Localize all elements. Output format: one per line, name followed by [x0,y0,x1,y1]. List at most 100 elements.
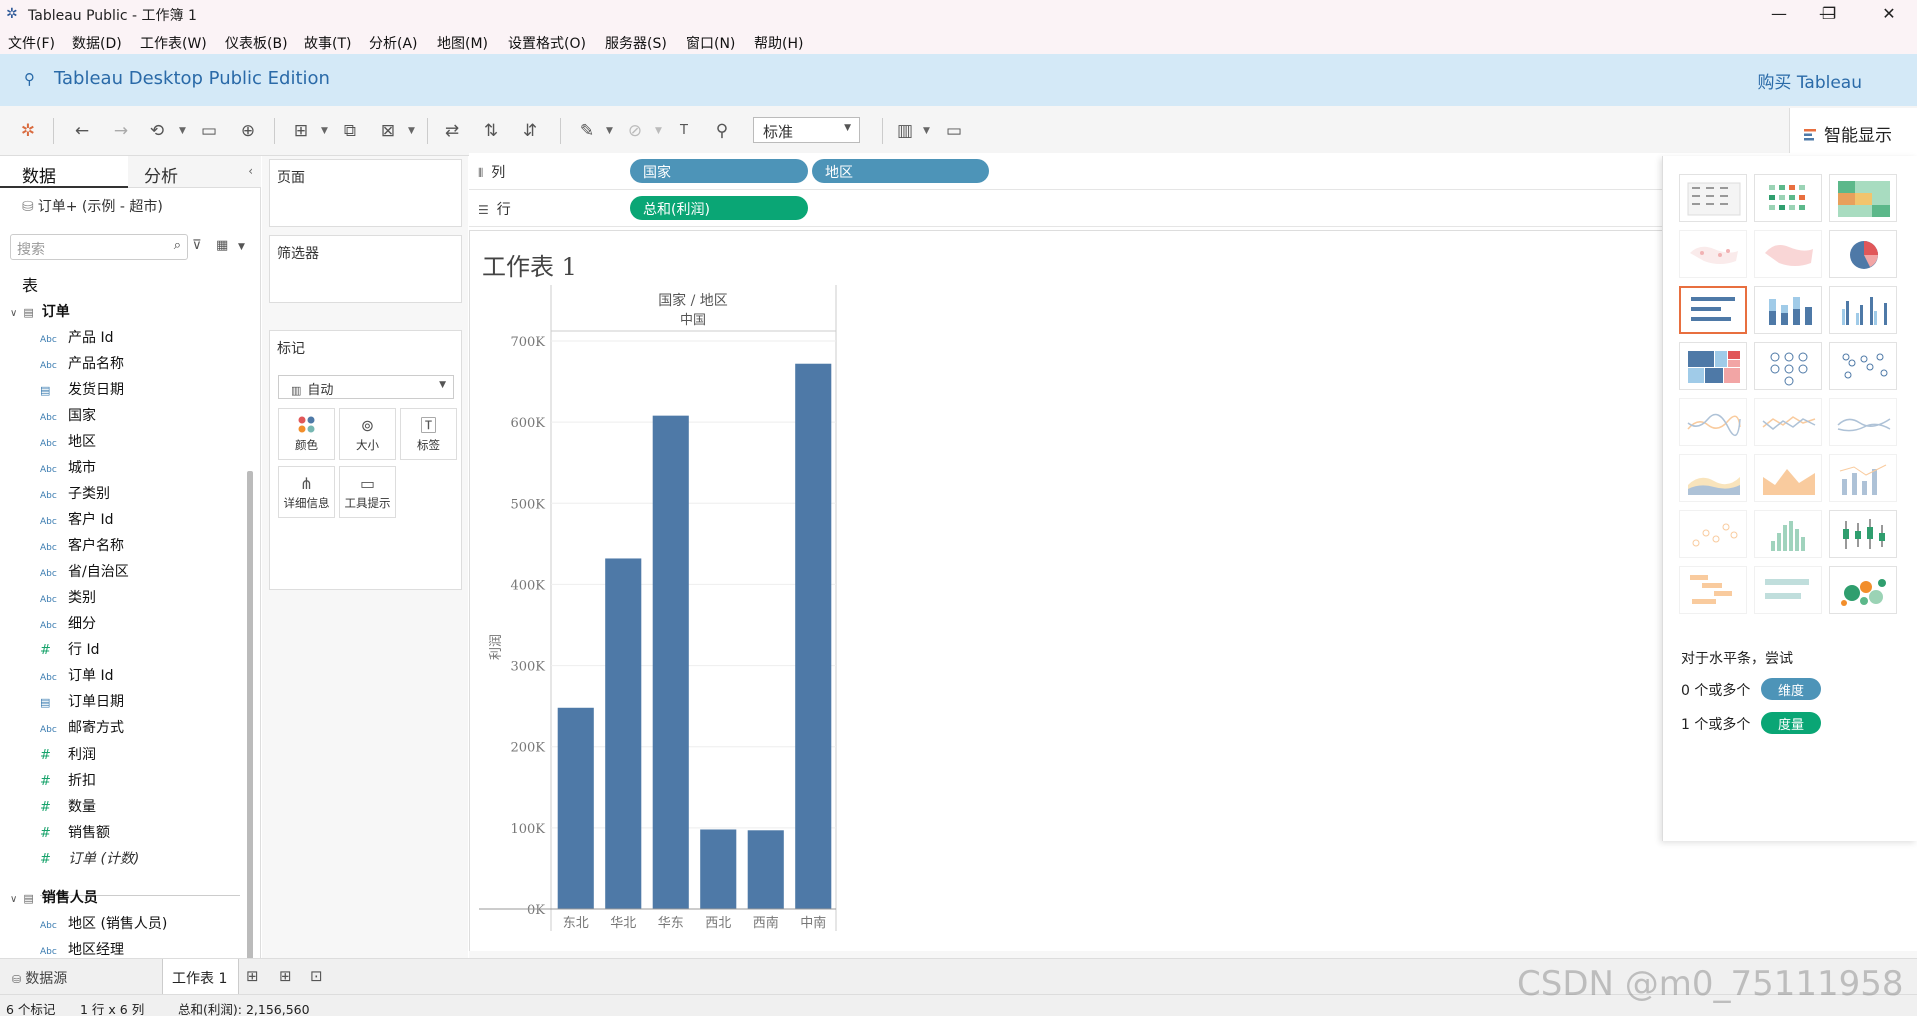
chart-type-side-by-side-bars[interactable] [1829,286,1897,334]
search-input[interactable]: 搜索 ⌕ [10,234,188,260]
pill-country[interactable]: 国家 [630,159,808,183]
field-item[interactable]: Abc 子类别 [40,483,110,503]
field-item[interactable]: Abc 细分 [40,613,96,633]
swap-rows-columns-icon[interactable]: ⇄ [440,119,464,143]
tab-analysis[interactable]: 分析 ‹ [128,156,261,188]
field-item[interactable]: Abc 邮寄方式 [40,717,124,737]
chart-type-text-table[interactable] [1679,174,1747,222]
chart-type-continuous-lines[interactable] [1679,398,1747,446]
close-button[interactable]: ✕ [1866,0,1912,28]
filters-shelf[interactable]: 筛选器 [269,235,462,303]
field-item[interactable]: Abc 地区 [40,431,96,451]
field-item[interactable]: Abc 国家 [40,405,96,425]
measure-item[interactable]: # 利润 [40,744,96,764]
new-story-icon[interactable]: ⊡ [310,967,323,985]
measure-item[interactable]: # 订单 (计数) [40,848,139,868]
new-dashboard-icon[interactable]: ⊞ [279,967,292,985]
table-group-orders[interactable]: ∨ ▤ 订单 [10,301,70,321]
chart-type-filled-map[interactable] [1754,230,1822,278]
highlight-dropdown-icon[interactable]: ▼ [606,119,613,143]
new-datasource-icon[interactable]: ⊕ [236,119,260,143]
menu-server[interactable]: 服务器(S) [605,33,667,53]
menu-story[interactable]: 故事(T) [304,33,351,53]
chart-type-gantt[interactable] [1679,566,1747,614]
chart-type-area-discrete[interactable] [1754,454,1822,502]
size-button[interactable]: ⊚ 大小 [339,408,396,460]
tableau-home-icon[interactable]: ✲ [16,119,40,143]
sheet-tab[interactable]: 工作表 1 [162,959,239,995]
menu-analysis[interactable]: 分析(A) [369,33,418,53]
new-worksheet-icon[interactable]: ⊞ [246,967,259,985]
expand-chevron-icon[interactable]: ∨ [10,308,17,319]
datasource-name[interactable]: ⛁ 订单+ (示例 - 超市) [22,196,163,216]
chart-type-highlight-table[interactable] [1829,174,1897,222]
chart-type-stacked-bars[interactable] [1754,286,1822,334]
chart-type-heat-map[interactable] [1754,174,1822,222]
view-options-icon[interactable]: ▦ [216,238,228,253]
group-members-icon[interactable]: ⊘ [623,119,647,143]
measure-item[interactable]: # 销售额 [40,822,110,842]
highlight-icon[interactable]: ✎ [575,119,599,143]
chart-type-dual-lines[interactable] [1829,398,1897,446]
show-labels-icon[interactable]: T [672,119,696,143]
show-cards-icon[interactable]: ▥ [893,119,917,143]
bar-东北[interactable] [557,707,594,909]
buy-tableau-link[interactable]: 购买 Tableau [1757,68,1862,93]
field-item[interactable]: # 行 Id [40,639,99,659]
field-item[interactable]: Abc 城市 [40,457,96,477]
filter-icon[interactable]: ⊽ [192,238,202,253]
chart-type-box-whisker[interactable] [1829,510,1897,558]
undo-icon[interactable]: ← [70,119,94,143]
sort-descending-icon[interactable]: ⇵ [518,119,542,143]
field-item[interactable]: Abc 省/自治区 [40,561,129,581]
clear-sheet-icon[interactable]: ⊠ [376,119,400,143]
minimize-button-2[interactable]: — [1756,0,1802,28]
redo-icon[interactable]: → [109,119,133,143]
fit-dropdown[interactable]: 标准 ▼ [753,117,860,143]
label-button[interactable]: 🅃 标签 [400,408,457,460]
chart-type-bullet-graph[interactable] [1754,566,1822,614]
bar-华北[interactable] [605,558,642,909]
fix-axes-icon[interactable]: ⚲ [710,119,734,143]
field-item[interactable]: Abc 订单 Id [40,665,113,685]
measure-item[interactable]: # 折扣 [40,770,96,790]
chart-type-histogram[interactable] [1754,510,1822,558]
group-dropdown-icon[interactable]: ▼ [655,119,662,143]
field-item[interactable]: Abc 类别 [40,587,96,607]
bar-西南[interactable] [747,830,784,909]
presentation-mode-icon[interactable]: ▭ [942,119,966,143]
replay-dropdown-icon[interactable]: ▼ [179,119,186,143]
field-item[interactable]: Abc 地区经理 [40,939,124,959]
cards-dropdown-icon[interactable]: ▼ [923,119,930,143]
chart-type-circle-views[interactable] [1754,342,1822,390]
field-item[interactable]: Abc 客户名称 [40,535,124,555]
menu-format[interactable]: 设置格式(O) [508,33,586,53]
restore-icon[interactable]: ❐ [1806,0,1852,28]
table-group-salespeople[interactable]: ∨ ▤ 销售人员 [10,887,98,907]
expand-chevron-icon[interactable]: ∨ [10,894,17,905]
bar-中南[interactable] [795,363,832,910]
bar-西北[interactable] [700,829,737,909]
menu-data[interactable]: 数据(D) [72,33,122,53]
menu-help[interactable]: 帮助(H) [754,33,803,53]
menu-dashboard[interactable]: 仪表板(B) [225,33,288,53]
collapse-pane-icon[interactable]: ‹ [248,164,253,178]
menu-worksheet[interactable]: 工作表(W) [140,33,207,53]
pill-region[interactable]: 地区 [812,159,989,183]
tooltip-button[interactable]: ▭ 工具提示 [339,466,396,518]
replay-icon[interactable]: ⟲ [145,119,169,143]
smart-show-button[interactable]: 智能显示 [1789,108,1917,156]
field-item[interactable]: ▤ 订单日期 [40,691,124,711]
sort-ascending-icon[interactable]: ⇅ [479,119,503,143]
tab-data[interactable]: 数据 [0,156,128,188]
mark-type-dropdown[interactable]: ▥ 自动 ▼ [278,375,454,399]
pill-sum-profit[interactable]: 总和(利润) [630,196,808,220]
chart-type-pie[interactable] [1829,230,1897,278]
menu-map[interactable]: 地图(M) [437,33,488,53]
field-item[interactable]: Abc 产品 Id [40,327,113,347]
new-worksheet-dropdown-icon[interactable]: ▼ [321,119,328,143]
color-button[interactable]: 颜色 [278,408,335,460]
bar-华东[interactable] [652,415,689,909]
new-worksheet-icon[interactable]: ⊞ [289,119,313,143]
chart-type-area-continuous[interactable] [1679,454,1747,502]
